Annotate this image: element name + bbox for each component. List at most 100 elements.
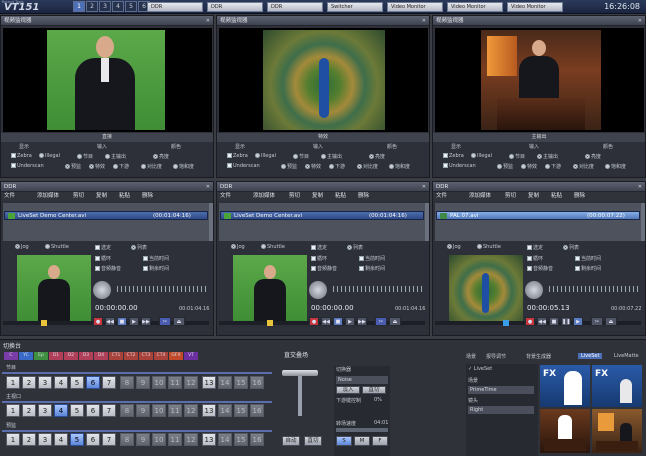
program-key-10[interactable]: 10 <box>152 376 166 389</box>
preview-key-6[interactable]: 6 <box>86 433 100 446</box>
select-checkbox[interactable]: 选定 <box>95 244 111 251</box>
main-out-radio[interactable]: 主输出 <box>105 153 126 160</box>
program-key-5[interactable]: 5 <box>70 376 84 389</box>
shuttle-radio[interactable]: Shuttle <box>261 244 285 250</box>
thumbnail[interactable]: FX <box>592 365 642 407</box>
main-key-4[interactable]: 4 <box>54 404 68 417</box>
main-key-3[interactable]: 3 <box>38 404 52 417</box>
cue-button[interactable]: ⏏ <box>605 317 617 326</box>
main-key-12[interactable]: 12 <box>184 404 198 417</box>
brightness-radio[interactable]: 亮度 <box>369 153 385 160</box>
shot-select[interactable]: Right <box>468 406 534 414</box>
list-radio[interactable]: 列表 <box>563 244 579 251</box>
menu-add-media[interactable]: 添加媒体 <box>37 192 59 201</box>
program-key-13[interactable]: 13 <box>202 376 216 389</box>
tab-livematte[interactable]: LiveMatte <box>614 353 639 359</box>
main-key-11[interactable]: 11 <box>168 404 182 417</box>
mute-checkbox[interactable]: 音频静音 <box>311 265 337 272</box>
program-key-2[interactable]: 2 <box>22 376 36 389</box>
main-key-2[interactable]: 2 <box>22 404 36 417</box>
play-button[interactable]: ▶ <box>573 317 583 326</box>
workspace-tab-4[interactable]: 4 <box>112 1 124 12</box>
main-key-15[interactable]: 15 <box>234 404 248 417</box>
close-icon[interactable]: ✕ <box>206 16 210 26</box>
close-icon[interactable]: ✕ <box>206 182 210 192</box>
main-key-14[interactable]: 14 <box>218 404 232 417</box>
preview-key-14[interactable]: 14 <box>218 433 232 446</box>
menu-copy[interactable]: 复制 <box>528 192 539 201</box>
source-chip[interactable]: D3 <box>79 352 93 360</box>
downstream-radio[interactable]: 下游 <box>113 163 129 170</box>
saturation-radio[interactable]: 饱和度 <box>389 163 410 170</box>
timeline-marker[interactable] <box>41 320 47 326</box>
record-button[interactable]: ● <box>525 317 535 326</box>
downstream-radio[interactable]: 下游 <box>329 163 345 170</box>
playlist-item[interactable]: LiveSet Demo Center.avi (00:01:04:16) <box>4 211 208 220</box>
cut-button[interactable]: 直切 <box>362 386 386 394</box>
main-key-5[interactable]: 5 <box>70 404 84 417</box>
current-time-radio[interactable]: 当前时间 <box>359 255 385 262</box>
preview-key-2[interactable]: 2 <box>22 433 36 446</box>
preview-radio[interactable]: 预监 <box>281 163 297 170</box>
contrast-radio[interactable]: 对比度 <box>573 163 594 170</box>
menu-copy[interactable]: 复制 <box>96 192 107 201</box>
top-tab-ddr-1[interactable]: DDR <box>147 2 203 12</box>
preview-key-9[interactable]: 9 <box>136 433 150 446</box>
record-button[interactable]: ● <box>309 317 319 326</box>
fast-forward-button[interactable]: ▶▶ <box>357 317 367 326</box>
loop-checkbox[interactable]: 循环 <box>527 255 543 262</box>
list-radio[interactable]: 列表 <box>131 244 147 251</box>
menu-paste[interactable]: 粘贴 <box>119 192 130 201</box>
zebra-checkbox[interactable]: Zebra <box>227 153 248 159</box>
close-icon[interactable]: ✕ <box>422 16 426 26</box>
preview-key-4[interactable]: 4 <box>54 433 68 446</box>
playlist[interactable]: LiveSet Demo Center.avi (00:01:04:16) <box>219 203 425 241</box>
program-key-7[interactable]: 7 <box>102 376 116 389</box>
program-key-6[interactable]: 6 <box>86 376 100 389</box>
liveset-enable-checkbox[interactable]: ✓ LiveSet <box>468 366 492 372</box>
main-out-radio[interactable]: 主输出 <box>537 153 558 160</box>
pause-button[interactable]: ❚❚ <box>561 317 571 326</box>
thumbnail[interactable] <box>540 409 590 453</box>
main-key-8[interactable]: 8 <box>120 404 134 417</box>
menu-file[interactable]: 文件 <box>436 192 447 201</box>
playlist[interactable]: PAL 07.avi (00:00:07:22) <box>435 203 641 241</box>
jog-radio[interactable]: Jog <box>447 244 461 250</box>
main-key-13[interactable]: 13 <box>202 404 216 417</box>
shuttle-radio[interactable]: Shuttle <box>477 244 501 250</box>
stop-button[interactable]: ■ <box>333 317 343 326</box>
close-icon[interactable]: ✕ <box>422 182 426 192</box>
menu-cut[interactable]: 剪切 <box>73 192 84 201</box>
menu-file[interactable]: 文件 <box>220 192 231 201</box>
source-chip[interactable]: CT4 <box>154 352 168 360</box>
source-chip[interactable]: D4 <box>94 352 108 360</box>
program-key-3[interactable]: 3 <box>38 376 52 389</box>
rewind-button[interactable]: ◀◀ <box>537 317 547 326</box>
effect-radio[interactable]: 特效 <box>305 163 321 170</box>
shuttle-radio[interactable]: Shuttle <box>45 244 69 250</box>
program-radio[interactable]: 节目 <box>77 153 93 160</box>
preview-key-11[interactable]: 11 <box>168 433 182 446</box>
top-tab-switcher[interactable]: Switcher <box>327 2 383 12</box>
illegal-radio[interactable]: Illegal <box>255 153 276 159</box>
main-key-1[interactable]: 1 <box>6 404 20 417</box>
source-chip[interactable]: YC <box>19 352 33 360</box>
preview-key-13[interactable]: 13 <box>202 433 216 446</box>
tab-background[interactable]: 背景生成器 <box>526 353 551 360</box>
top-tab-video-monitor-3[interactable]: Video Monitor <box>507 2 563 12</box>
menu-copy[interactable]: 复制 <box>312 192 323 201</box>
list-radio[interactable]: 列表 <box>347 244 363 251</box>
scissors-icon[interactable]: ✂ <box>591 317 603 326</box>
thumbnail[interactable]: FX <box>540 365 590 407</box>
brightness-radio[interactable]: 亮度 <box>153 153 169 160</box>
timeline-marker[interactable] <box>267 320 273 326</box>
fast-forward-button[interactable]: ▶▶ <box>141 317 151 326</box>
brightness-radio[interactable]: 亮度 <box>585 153 601 160</box>
jog-radio[interactable]: Jog <box>15 244 29 250</box>
contrast-radio[interactable]: 对比度 <box>357 163 378 170</box>
source-chip[interactable]: D1 <box>49 352 63 360</box>
menu-delete[interactable]: 删除 <box>574 192 585 201</box>
mute-checkbox[interactable]: 音频静音 <box>527 265 553 272</box>
preview-radio[interactable]: 预监 <box>497 163 513 170</box>
speed-slow-button[interactable]: S <box>336 436 352 446</box>
